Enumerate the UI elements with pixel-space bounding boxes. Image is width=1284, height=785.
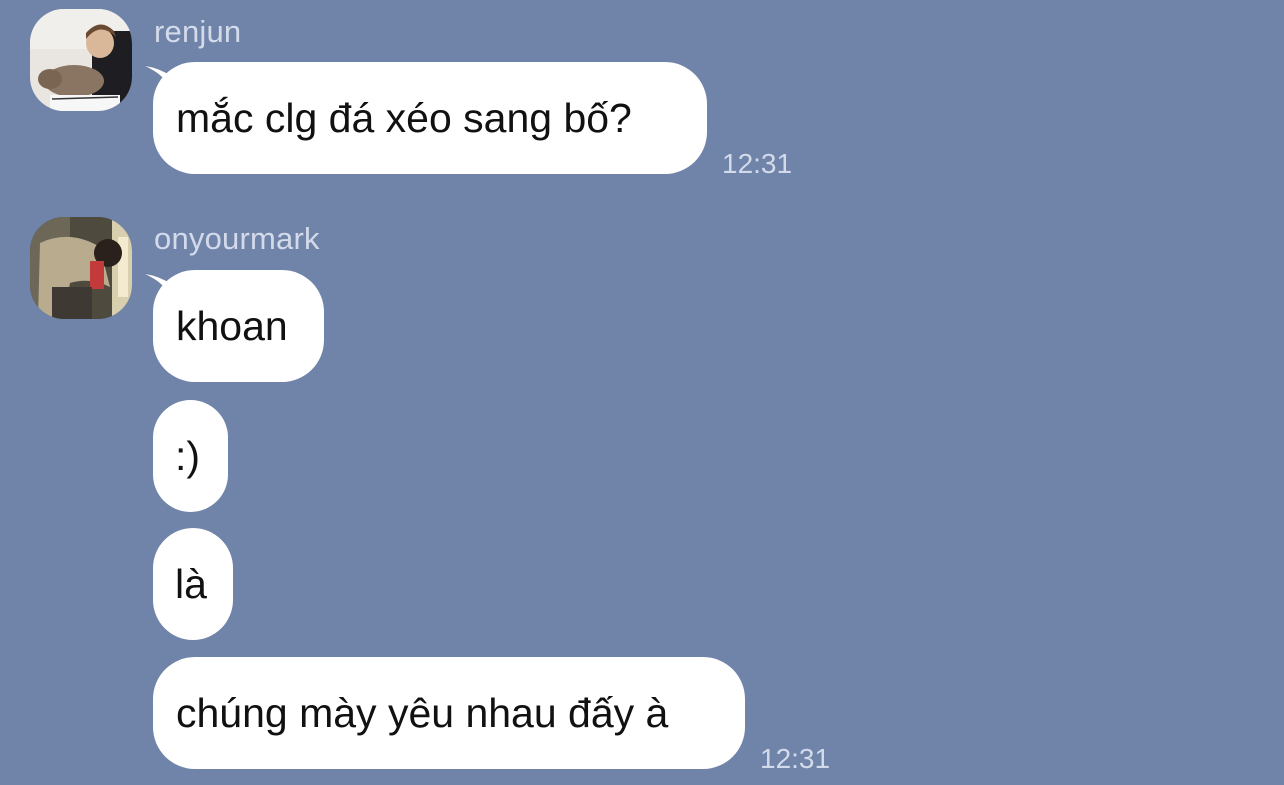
- message-text: khoan: [176, 302, 288, 349]
- message-bubble[interactable]: mắc clg đá xéo sang bố?: [153, 62, 707, 174]
- message-bubble[interactable]: :): [153, 400, 228, 512]
- message-bubble[interactable]: khoan: [153, 270, 324, 382]
- message-text: chúng mày yêu nhau đấy à: [176, 689, 669, 736]
- renjun-avatar[interactable]: [30, 9, 132, 111]
- message-text: là: [175, 560, 207, 607]
- message-bubble[interactable]: chúng mày yêu nhau đấy à: [153, 657, 745, 769]
- message-bubble[interactable]: là: [153, 528, 233, 640]
- sender-name: onyourmark: [154, 221, 320, 256]
- user-avatar-photo-icon: [30, 9, 132, 111]
- message-time: 12:31: [722, 148, 793, 179]
- message-time: 12:31: [760, 743, 831, 774]
- chat-area[interactable]: renjun mắc clg đá xéo sang bố? 12:31 ony…: [0, 0, 1284, 785]
- message-text: :): [175, 432, 201, 479]
- sender-name: renjun: [154, 14, 242, 49]
- user-avatar-photo-icon: [30, 217, 132, 319]
- onyourmark-avatar[interactable]: [30, 217, 132, 319]
- message-text: mắc clg đá xéo sang bố?: [176, 94, 632, 141]
